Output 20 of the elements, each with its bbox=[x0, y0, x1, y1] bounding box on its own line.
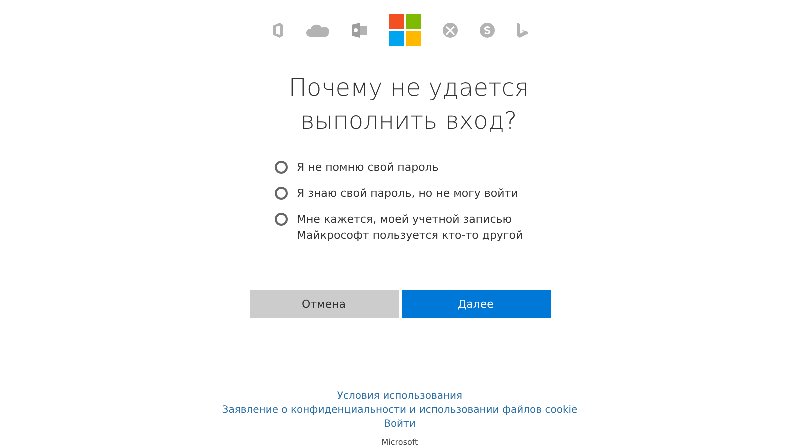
next-button[interactable]: Далее bbox=[402, 290, 550, 318]
option-label: Я не помню свой пароль bbox=[297, 160, 440, 176]
footer-link[interactable]: Условия использования bbox=[337, 390, 463, 404]
brand-text: Microsoft bbox=[382, 438, 418, 445]
footer-link[interactable]: Войти bbox=[384, 418, 416, 432]
footer-link[interactable]: Заявление о конфиденциальности и использовании файлов cookie bbox=[222, 404, 578, 418]
radio-button[interactable] bbox=[275, 213, 288, 226]
cancel-button[interactable]: Отмена bbox=[250, 290, 398, 318]
radio-button[interactable] bbox=[275, 161, 288, 174]
page-heading: Почему не удается выполнить вход? bbox=[288, 73, 530, 137]
option-label: Мне кажется, моей учетной записью Майкрософт пользуется кто-то другой bbox=[297, 212, 524, 244]
skype-icon bbox=[480, 22, 495, 38]
outlook-icon bbox=[352, 22, 367, 38]
office-icon bbox=[272, 22, 284, 38]
windows-logo-icon bbox=[389, 14, 421, 46]
xbox-icon bbox=[443, 22, 458, 38]
radio-button[interactable] bbox=[275, 187, 288, 200]
bing-icon bbox=[517, 22, 528, 38]
cloud-icon bbox=[306, 24, 330, 36]
option-label: Я знаю свой пароль, но не могу войти bbox=[297, 186, 520, 202]
